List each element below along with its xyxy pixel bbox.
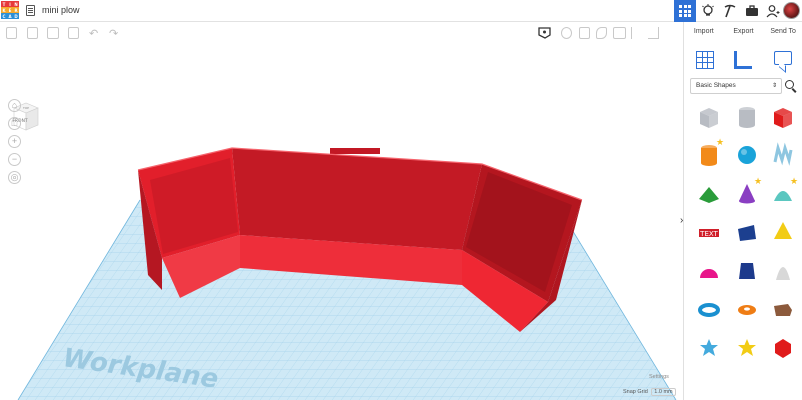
shape-star-gold[interactable] <box>734 335 760 361</box>
shape-torus[interactable] <box>696 296 722 322</box>
shape-icosahedron[interactable] <box>770 335 796 361</box>
note-icon[interactable] <box>538 26 551 40</box>
delete-icon[interactable] <box>68 27 79 39</box>
shape-text[interactable]: TEXT <box>696 219 722 245</box>
new-shape-icon[interactable] <box>6 27 17 39</box>
snap-grid-value[interactable]: 1.0 mm <box>651 388 676 396</box>
home-view-button[interactable]: ⌂ <box>8 99 21 112</box>
box-hole-icon <box>700 108 718 128</box>
shape-generator-icon <box>774 304 792 316</box>
export-button[interactable]: Export <box>724 22 764 42</box>
text-icon: TEXT <box>699 229 719 238</box>
zoom-in-button[interactable]: + <box>8 135 21 148</box>
workplane-viewport[interactable]: Workplane TOP FRONT ⌂ □ + − ◎ <box>0 44 683 400</box>
star-gold-icon <box>738 339 756 356</box>
design-title[interactable]: mini plow <box>42 5 80 15</box>
search-icon[interactable] <box>785 80 794 89</box>
lightbulb-button[interactable] <box>697 0 719 22</box>
shape-scribble[interactable] <box>770 142 796 168</box>
panel-tools <box>684 46 802 74</box>
star-icon <box>700 339 718 356</box>
roof-icon <box>699 187 719 203</box>
shape-sphere[interactable] <box>734 142 760 168</box>
half-cube-icon <box>738 225 756 241</box>
ruler-tool-icon[interactable] <box>734 51 752 69</box>
cylinder-hole-icon <box>739 107 755 128</box>
workplane-tool-icon[interactable] <box>696 51 714 69</box>
add-user-icon <box>766 5 780 18</box>
shape-roof[interactable] <box>696 181 722 207</box>
briefcase-button[interactable] <box>741 0 763 22</box>
chevron-updown-icon: ⇕ <box>771 83 777 89</box>
shape-box[interactable] <box>770 104 796 130</box>
undo-icon[interactable]: ↶ <box>89 27 98 40</box>
snap-grid[interactable]: Snap Grid 1.0 mm <box>623 388 676 396</box>
scribble-icon <box>773 142 793 166</box>
box-icon <box>774 108 792 128</box>
design-view-button[interactable] <box>674 0 696 22</box>
fit-view-button[interactable]: □ <box>8 117 21 130</box>
settings-link[interactable]: Settings <box>649 374 669 380</box>
pickaxe-button[interactable] <box>719 0 741 22</box>
svg-text:TOP: TOP <box>22 106 29 110</box>
ungroup-icon[interactable] <box>596 27 607 39</box>
shape-polygon[interactable] <box>734 258 760 284</box>
tinkercad-editor: TINKERCAD mini plow ↶ ↷ Workplane TOP FR… <box>0 0 802 400</box>
panel-actions: Import Export Send To <box>684 22 802 42</box>
lightbulb-icon <box>702 4 714 16</box>
shape-box-hole[interactable] <box>696 104 722 130</box>
zoom-out-button[interactable]: − <box>8 153 21 166</box>
duplicate-icon[interactable] <box>47 27 59 39</box>
tube-icon <box>738 305 756 315</box>
grid-icon <box>679 5 691 17</box>
featured-star-icon: ★ <box>790 176 799 186</box>
sphere-icon <box>738 146 756 164</box>
group-icon[interactable] <box>579 27 590 39</box>
featured-star-icon: ★ <box>754 176 763 186</box>
bulb-icon[interactable] <box>561 27 572 39</box>
pickaxe-icon <box>724 4 736 18</box>
featured-star-icon: ★ <box>716 137 725 147</box>
shape-tube[interactable] <box>734 296 760 322</box>
paste-icon[interactable] <box>27 27 38 39</box>
polygon-icon <box>739 263 755 279</box>
import-button[interactable]: Import <box>684 22 724 42</box>
workplane-canvas[interactable]: Workplane <box>0 44 683 400</box>
send-to-button[interactable]: Send To <box>763 22 802 42</box>
add-user-button[interactable] <box>762 0 784 22</box>
redo-icon[interactable]: ↷ <box>109 27 118 40</box>
pyramid-icon <box>774 222 792 239</box>
tinkercad-logo[interactable]: TINKERCAD <box>1 1 19 19</box>
align-icon[interactable] <box>613 27 626 39</box>
shape-half-sphere[interactable] <box>696 258 722 284</box>
snap-grid-label: Snap Grid <box>623 389 648 395</box>
mirror-icon[interactable] <box>631 27 642 39</box>
icosahedron-icon <box>775 339 791 358</box>
projection-button[interactable]: ◎ <box>8 171 21 184</box>
shape-half-cube[interactable] <box>734 219 760 245</box>
shape-star[interactable] <box>696 335 722 361</box>
shape-paraboloid[interactable] <box>770 258 796 284</box>
shape-cylinder-hole[interactable] <box>734 104 760 130</box>
shape-pyramid[interactable] <box>770 219 796 245</box>
shape-library-value: Basic Shapes <box>696 82 736 89</box>
top-bar: TINKERCAD mini plow <box>0 0 802 22</box>
design-menu-icon[interactable] <box>26 5 35 16</box>
edit-toolbar: ↶ ↷ <box>0 22 683 44</box>
paraboloid-icon <box>776 267 790 280</box>
shapes-panel: Import Export Send To Basic Shapes ⇕ ★ ★ ★… <box>683 22 802 400</box>
svg-text:TEXT: TEXT <box>699 230 718 238</box>
torus-icon <box>698 303 720 317</box>
half-sphere-icon <box>700 269 718 278</box>
shape-shape-generator[interactable] <box>770 296 796 322</box>
user-avatar[interactable] <box>783 2 800 19</box>
logo-letter: D <box>13 13 19 19</box>
notes-tool-icon[interactable] <box>774 51 792 65</box>
briefcase-icon <box>746 5 758 16</box>
shape-library-select[interactable]: Basic Shapes ⇕ <box>690 78 782 94</box>
flip-icon[interactable] <box>648 27 659 39</box>
